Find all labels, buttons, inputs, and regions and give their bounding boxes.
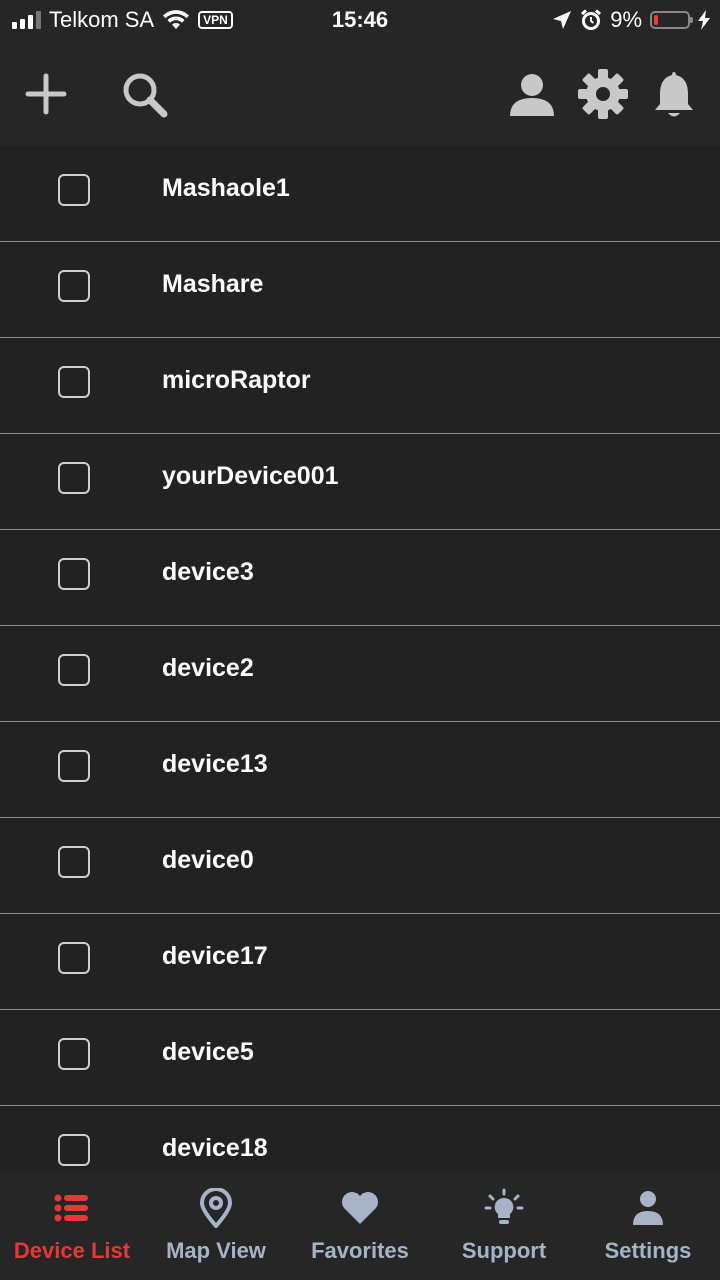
tab-device-list[interactable]: Device List (0, 1172, 144, 1280)
device-row[interactable]: device0 (0, 818, 720, 914)
tab-settings[interactable]: Settings (576, 1172, 720, 1280)
device-name: microRaptor (162, 366, 311, 394)
device-checkbox[interactable] (58, 942, 90, 974)
device-checkbox[interactable] (58, 174, 90, 206)
device-name: device17 (162, 942, 268, 970)
device-row[interactable]: device13 (0, 722, 720, 818)
device-name: device18 (162, 1134, 268, 1162)
device-name: device0 (162, 846, 254, 874)
tab-favorites[interactable]: Favorites (288, 1172, 432, 1280)
device-name: device3 (162, 558, 254, 586)
plus-icon[interactable] (20, 68, 72, 120)
device-name: device13 (162, 750, 268, 778)
list-icon (54, 1194, 88, 1222)
tab-label: Settings (604, 1238, 692, 1263)
tab-label: Map View (166, 1238, 266, 1263)
search-icon[interactable] (118, 68, 170, 120)
bottom-tab-bar: Device List Map View Favorites Support S… (0, 1172, 720, 1280)
charging-bolt-icon (698, 10, 710, 30)
device-row[interactable]: device18 (0, 1106, 720, 1172)
device-row[interactable]: yourDevice001 (0, 434, 720, 530)
device-checkbox[interactable] (58, 846, 90, 878)
device-row[interactable]: Mashare (0, 242, 720, 338)
device-checkbox[interactable] (58, 654, 90, 686)
tab-support[interactable]: Support (432, 1172, 576, 1280)
device-row[interactable]: device3 (0, 530, 720, 626)
tab-map-view[interactable]: Map View (144, 1172, 288, 1280)
device-name: device5 (162, 1038, 254, 1066)
device-row[interactable]: device5 (0, 1010, 720, 1106)
location-arrow-icon (553, 11, 572, 29)
vpn-badge: VPN (198, 11, 233, 29)
device-row[interactable]: device2 (0, 626, 720, 722)
device-name: yourDevice001 (162, 462, 339, 490)
device-name: device2 (162, 654, 254, 682)
carrier-name: Telkom SA (49, 7, 155, 32)
top-toolbar (0, 40, 720, 146)
battery-percent: 9% (610, 7, 642, 32)
wifi-icon (163, 10, 190, 29)
device-checkbox[interactable] (58, 366, 90, 398)
device-checkbox[interactable] (58, 558, 90, 590)
device-name: Mashare (162, 270, 264, 298)
device-row[interactable]: microRaptor (0, 338, 720, 434)
lightbulb-icon (484, 1188, 524, 1224)
status-bar: Telkom SA VPN 15:46 9% (0, 0, 720, 40)
device-row[interactable]: Mashaole1 (0, 146, 720, 242)
user-icon[interactable] (506, 68, 558, 120)
status-left: Telkom SA VPN (12, 0, 233, 40)
device-checkbox[interactable] (58, 462, 90, 494)
heart-icon (342, 1192, 378, 1224)
bell-icon[interactable] (648, 68, 700, 120)
signal-icon (12, 11, 41, 29)
map-pin-icon (199, 1188, 233, 1228)
status-right: 9% (552, 0, 710, 40)
device-checkbox[interactable] (58, 270, 90, 302)
device-checkbox[interactable] (58, 1134, 90, 1166)
device-checkbox[interactable] (58, 1038, 90, 1070)
device-checkbox[interactable] (58, 750, 90, 782)
gear-icon[interactable] (577, 68, 629, 120)
battery-icon (650, 11, 693, 29)
device-list: Mashaole1 Mashare microRaptor yourDevice001… (0, 146, 720, 1172)
person-icon (633, 1191, 663, 1225)
tab-label: Support (461, 1238, 547, 1263)
device-name: Mashaole1 (162, 174, 290, 202)
alarm-icon (581, 9, 602, 30)
tab-label: Device List (13, 1238, 131, 1263)
device-row[interactable]: device17 (0, 914, 720, 1010)
tab-label: Favorites (311, 1238, 409, 1263)
